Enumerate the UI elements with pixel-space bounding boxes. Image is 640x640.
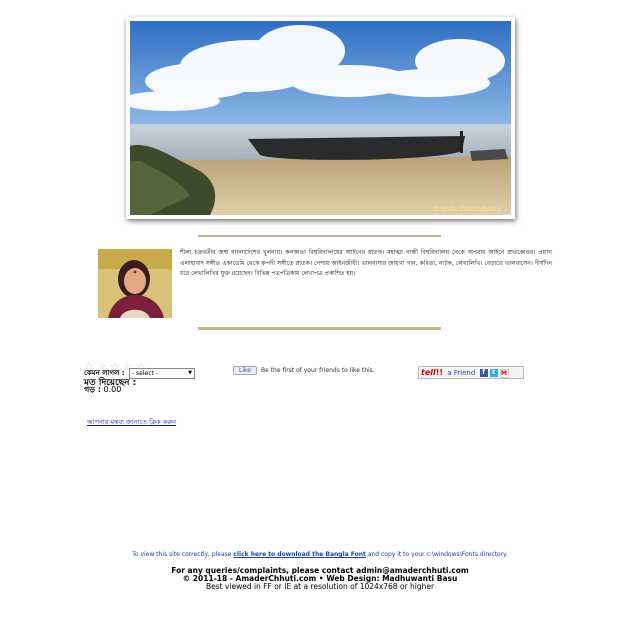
hero-photo: © Shila Chakraborty [126, 17, 515, 219]
font-note-post: and copy it to your c:\windows\Fonts dir… [367, 551, 508, 558]
font-note: To view this site correctly, please clic… [0, 551, 640, 558]
chevron-down-icon: ▼ [188, 369, 192, 376]
average-value: 0.00 [103, 385, 122, 394]
font-note-pre: To view this site correctly, please [132, 551, 232, 558]
tell-logo: tell [421, 368, 436, 377]
divider-bottom [198, 327, 441, 330]
exclamation-icon: !! [435, 368, 444, 377]
divider-top [198, 235, 441, 237]
photo-signature: © Shila Chakraborty [432, 205, 501, 213]
comment-link[interactable]: আপনার মন্তব্য জানাতে ক্লিক করুন [87, 417, 176, 428]
footer-best-viewed: Best viewed in FF or IE at a resolution … [205, 582, 435, 591]
average-row: গড় : 0.00 [84, 384, 121, 397]
facebook-icon[interactable]: f [479, 369, 488, 377]
author-bio: শীলা চক্রবর্তীর জন্ম বাংলাদেশের খুলনায়।… [180, 249, 552, 277]
average-label: গড় : [84, 385, 101, 394]
rate-select[interactable]: - select - ▼ [128, 367, 195, 379]
bangla-font-link[interactable]: click here to download the Bangla Font [233, 551, 365, 558]
like-text: Be the first of your friends to like thi… [260, 367, 375, 374]
twitter-icon[interactable]: t [489, 369, 498, 377]
boat-on-river-image: © Shila Chakraborty [130, 21, 511, 215]
tell-a-friend-button[interactable]: tell!! a Friend ftM [418, 366, 524, 379]
facebook-like: Like Be the first of your friends to like… [233, 366, 375, 375]
tell-text: a Friend [447, 369, 476, 377]
like-button[interactable]: Like [233, 366, 257, 375]
email-icon[interactable]: M [499, 368, 509, 378]
author-portrait [98, 249, 172, 318]
